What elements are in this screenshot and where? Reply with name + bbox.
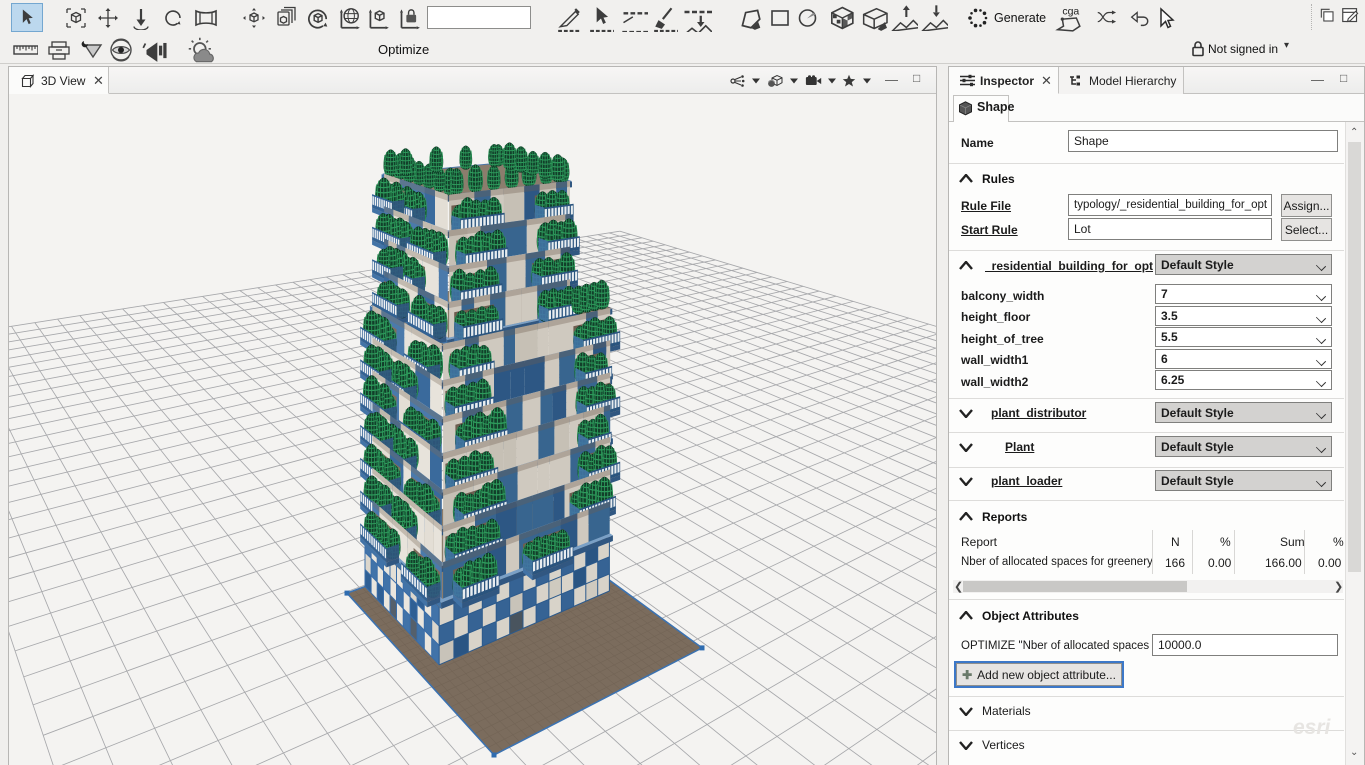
svg-text:cga: cga bbox=[1062, 6, 1079, 18]
